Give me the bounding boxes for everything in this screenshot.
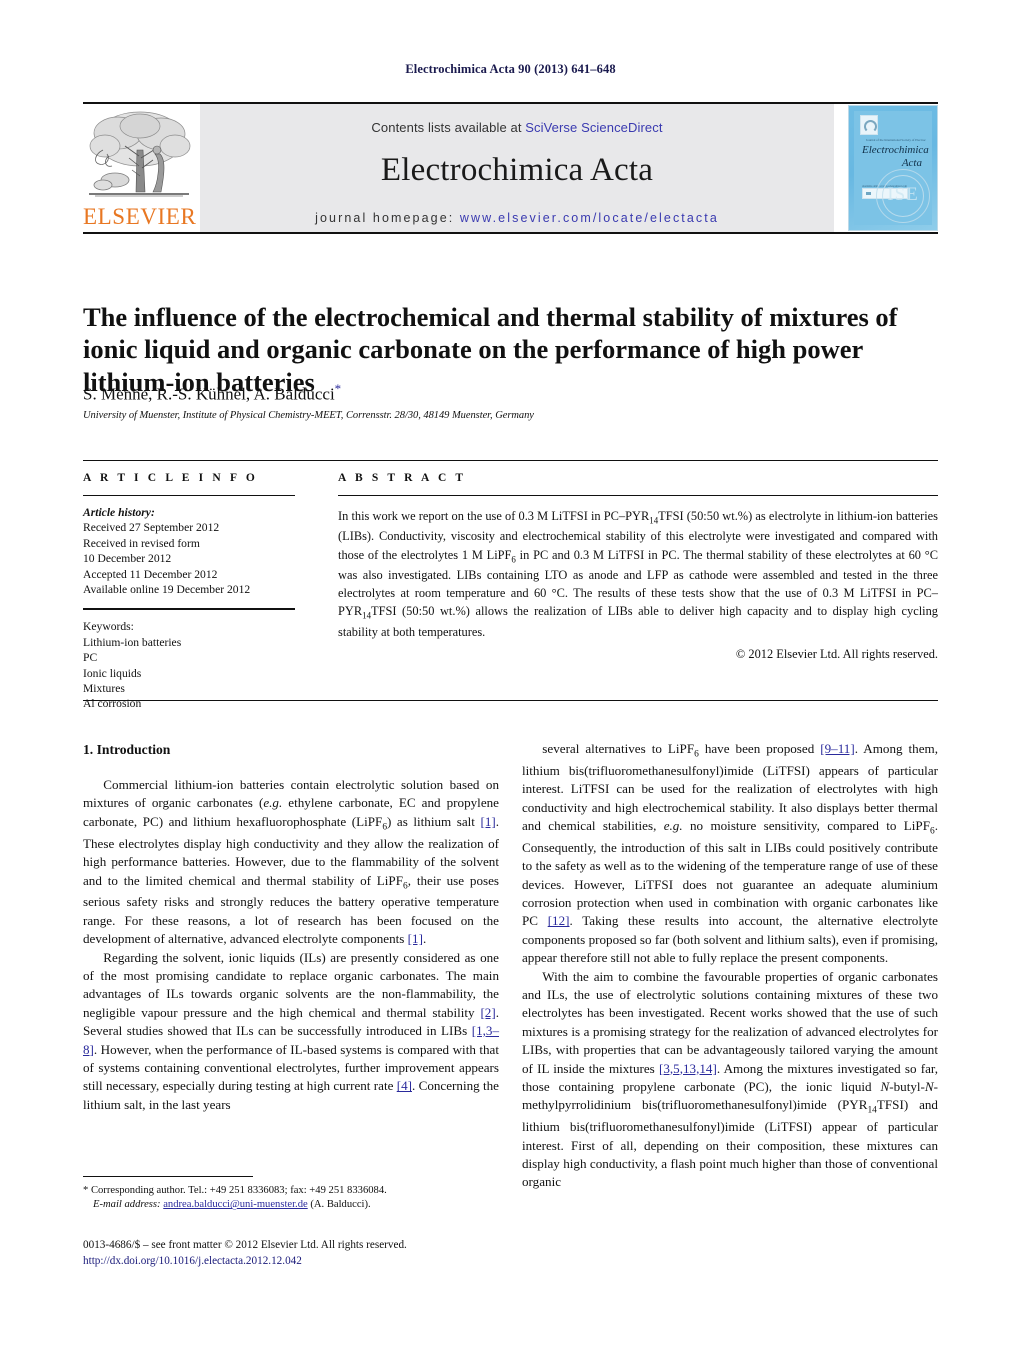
contents-available-line: Contents lists available at SciVerse Sci… [200, 104, 834, 135]
keywords-block: Keywords: Lithium-ion batteries PC Ionic… [83, 619, 295, 711]
text-run: . Consequently, the introduction of this… [522, 818, 938, 929]
article-history-item: 10 December 2012 [83, 552, 172, 566]
paragraph: several alternatives to LiPF6 have been … [522, 740, 938, 968]
citation-link[interactable]: [3,5,13,14] [659, 1061, 717, 1076]
elsevier-wordmark: ELSEVIER [83, 204, 197, 229]
article-page: Electrochimica Acta 90 (2013) 641–648 EL… [0, 0, 1021, 1351]
article-history: Article history: Received 27 September 2… [83, 505, 295, 597]
paragraph: With the aim to combine the favourable p… [522, 968, 938, 1192]
abstract-part-4: TFSI (50:50 wt.%) allows the realization… [338, 604, 938, 639]
keyword-item: PC [83, 651, 98, 665]
text-run: no moisture sensitivity, compared to LiP… [682, 818, 930, 834]
abstract-column: A B S T R A C T In this work we report o… [338, 472, 938, 662]
subscript: 14 [867, 1105, 877, 1116]
text-run: Regarding the solvent, ionic liquids (IL… [83, 949, 499, 1020]
article-info-heading: A R T I C L E I N F O [83, 472, 258, 484]
text-italic: e.g. [263, 795, 283, 811]
keyword-item: Mixtures [83, 682, 125, 696]
abstract-divider [338, 495, 938, 496]
imprint-block: 0013-4686/$ – see front matter © 2012 El… [83, 1238, 583, 1269]
author-names: S. Menne, R.-S. Kühnel, A. Balducci [83, 384, 335, 404]
citation-link[interactable]: [2] [480, 1005, 495, 1020]
text-run: -butyl- [889, 1078, 925, 1094]
article-history-item: Received 27 September 2012 [83, 521, 220, 535]
elsevier-tree-icon [85, 106, 193, 204]
text-italic: N [880, 1078, 890, 1094]
text-run: With the aim to combine the favourable p… [522, 968, 938, 1076]
cover-elsevier-icon [860, 115, 878, 135]
text-run: . [422, 931, 427, 947]
keyword-item: Lithium-ion batteries [83, 635, 182, 649]
keyword-item: Al corrosion [83, 697, 142, 711]
abstract-part-1: In this work we report on the use of 0.3… [338, 509, 650, 523]
keywords-label: Keywords: [83, 620, 134, 634]
article-history-item: Received in revised form [83, 536, 200, 550]
cover-journal-name-line1: Electrochimica [862, 144, 929, 156]
section-heading-introduction: 1. Introduction [83, 742, 171, 757]
running-head: Electrochimica Acta 90 (2013) 641–648 [405, 62, 616, 76]
citation-link[interactable]: [4] [397, 1078, 412, 1093]
text-run: several alternatives to LiPF [542, 741, 695, 756]
abstract-text: In this work we report on the use of 0.3… [338, 507, 938, 641]
keywords-divider [83, 608, 295, 611]
cover-journal-name-line2: Acta [901, 156, 922, 169]
article-history-item: Available online 19 December 2012 [83, 583, 251, 597]
cover-society-line: Journal of the International Society of … [866, 138, 926, 142]
footnote-contact: Corresponding author. Tel.: +49 251 8336… [88, 1185, 387, 1196]
masthead-center-band: Contents lists available at SciVerse Sci… [200, 104, 834, 232]
abstract-copyright: © 2012 Elsevier Ltd. All rights reserved… [735, 646, 938, 661]
abstract-sub-3: 14 [362, 610, 372, 621]
issn-line: 0013-4686/$ – see front matter © 2012 El… [83, 1239, 407, 1251]
email-suffix: (A. Balducci). [307, 1199, 371, 1211]
journal-title: Electrochimica Acta [380, 152, 654, 188]
elsevier-logo: ELSEVIER [83, 104, 196, 232]
keyword-item: Ionic liquids [83, 666, 142, 680]
article-info-divider [83, 495, 295, 496]
citation-link[interactable]: [1] [480, 814, 495, 829]
journal-cover-thumbnail[interactable]: Journal of the International Society of … [848, 105, 938, 231]
doi-link[interactable]: http://dx.doi.org/10.1016/j.electacta.20… [83, 1254, 583, 1270]
text-run: ) as lithium salt [387, 813, 481, 829]
citation-link[interactable]: [12] [548, 913, 570, 928]
journal-homepage-link[interactable]: www.elsevier.com/locate/electacta [460, 211, 719, 225]
info-rule-bottom [83, 700, 938, 701]
paragraph: Regarding the solvent, ionic liquids (IL… [83, 949, 499, 1115]
body-column-right: several alternatives to LiPF6 have been … [522, 740, 938, 1192]
author-email-link[interactable]: andrea.balducci@uni-muenster.de [163, 1199, 307, 1210]
cover-inner: Journal of the International Society of … [854, 111, 932, 225]
text-run: . Taking these results into account, the… [522, 913, 938, 966]
article-history-label: Article history: [83, 506, 155, 519]
text-italic: N [924, 1078, 934, 1094]
article-info-column: A R T I C L E I N F O Article history: R… [83, 472, 295, 712]
journal-homepage-line: journal homepage: www.elsevier.com/locat… [200, 211, 834, 225]
body-column-left: 1. Introduction Commercial lithium-ion b… [83, 740, 499, 1114]
author-list: S. Menne, R.-S. Kühnel, A. Balducci* [83, 381, 938, 405]
article-history-item: Accepted 11 December 2012 [83, 567, 218, 581]
affiliation: University of Muenster, Institute of Phy… [83, 410, 534, 421]
info-rule-top [83, 460, 938, 461]
abstract-sub-1: 14 [649, 515, 659, 526]
abstract-heading: A B S T R A C T [338, 472, 467, 484]
cover-journal-name: Electrochimica Acta [862, 144, 929, 169]
contents-prefix: Contents lists available at [371, 120, 526, 135]
paragraph: Commercial lithium-ion batteries contain… [83, 776, 499, 948]
footnote-rule [83, 1176, 253, 1177]
journal-masthead: ELSEVIER Contents lists available at Sci… [83, 102, 938, 234]
text-italic: e.g. [663, 818, 683, 834]
email-label: E-mail address: [93, 1199, 161, 1211]
corresponding-author-marker: * [334, 381, 342, 396]
corresponding-author-footnote: * Corresponding author. Tel.: +49 251 83… [83, 1184, 499, 1213]
ise-society-logo-icon [876, 169, 930, 223]
citation-link[interactable]: [9–11] [820, 741, 854, 756]
sciencedirect-link[interactable]: SciVerse ScienceDirect [525, 120, 662, 135]
citation-link[interactable]: [1] [408, 931, 423, 946]
text-run: have been proposed [698, 741, 821, 756]
homepage-prefix: journal homepage: [315, 211, 460, 225]
